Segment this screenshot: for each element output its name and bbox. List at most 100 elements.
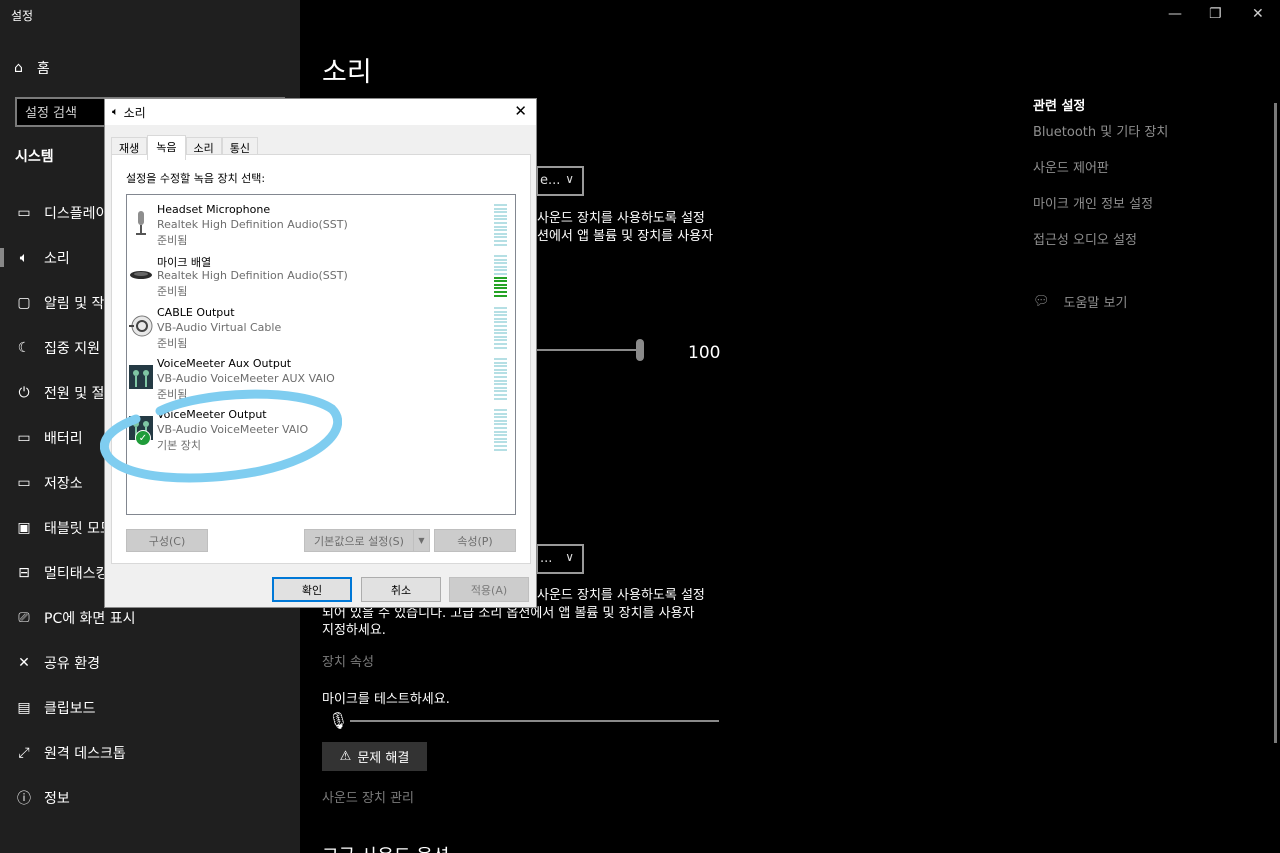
get-help-link[interactable]: 💬︎ 도움말 보기 (1033, 292, 1127, 311)
device-headset-microphone[interactable]: Headset Microphone Realtek High Definiti… (127, 198, 515, 250)
input-device-dropdown[interactable]: ... ∨ (536, 544, 584, 574)
tab-recording[interactable]: 녹음 (147, 135, 186, 160)
meter-segment (494, 444, 507, 447)
configure-label: 구성(C) (148, 534, 186, 548)
meter-segment (494, 229, 507, 232)
main-scrollbar[interactable] (1274, 103, 1277, 743)
nav-label: 배터리 (44, 430, 83, 447)
display-icon: ▭ (17, 204, 31, 221)
meter-segment (494, 335, 507, 338)
battery-icon: ▭ (17, 429, 31, 446)
chevron-down-icon[interactable]: ▼ (413, 530, 429, 551)
ok-label: 확인 (301, 583, 323, 597)
nav-label: 원격 데스크톱 (44, 745, 126, 762)
nav-item-remote[interactable]: ⤢ 원격 데스크톱 (0, 730, 300, 775)
related-settings-title: 관련 설정 (1033, 99, 1086, 114)
nav-label: 집중 지원 (44, 340, 100, 357)
meter-segment (494, 441, 507, 444)
properties-button[interactable]: 속성(P) (434, 529, 516, 552)
mic-level-bar (350, 720, 719, 722)
nav-label: 태블릿 모드 (44, 520, 113, 537)
troubleshoot-label: 문제 해결 (357, 751, 410, 766)
related-link-mic-privacy[interactable]: 마이크 개인 정보 설정 (1033, 193, 1153, 212)
voicemeeter-icon (129, 365, 153, 389)
meter-segment (494, 207, 507, 210)
sound-dialog: 🔈︎ 소리 ✕ 재생 녹음 소리 통신 설정을 수정할 녹음 장치 선택: He… (104, 98, 537, 608)
meter-segment (494, 332, 507, 335)
panel-instruction: 설정을 수정할 녹음 장치 선택: (126, 172, 266, 185)
chevron-down-icon: ∨ (565, 550, 574, 564)
device-driver: Realtek High Definition Audio(SST) (157, 269, 348, 282)
app-title: 설정 (11, 9, 34, 23)
meter-segment (494, 375, 507, 378)
minimize-icon[interactable]: — (1168, 6, 1182, 22)
meter-segment (494, 419, 507, 422)
device-properties-link[interactable]: 장치 속성 (322, 651, 374, 670)
device-mic-array[interactable]: 마이크 배열 Realtek High Definition Audio(SST… (127, 249, 515, 301)
tablet-icon: ▣ (17, 519, 31, 536)
remote-icon: ⤢ (18, 744, 30, 761)
meter-segment (494, 243, 507, 246)
meter-segment (494, 239, 507, 242)
nav-label: 정보 (44, 790, 70, 807)
device-status: 기본 장치 (157, 439, 201, 452)
cancel-button[interactable]: 취소 (361, 577, 441, 602)
page-title: 소리 (322, 57, 372, 88)
output-dropdown-value: e... (540, 173, 561, 188)
nav-item-about[interactable]: ⓘ 정보 (0, 775, 300, 820)
level-meter (494, 255, 507, 297)
related-link-accessibility-audio[interactable]: 접근성 오디오 설정 (1033, 229, 1137, 248)
nav-item-shared[interactable]: ✕ 공유 환경 (0, 640, 300, 685)
master-volume-thumb[interactable] (636, 339, 644, 361)
search-placeholder: 설정 검색 (25, 106, 77, 121)
recording-panel: 설정을 수정할 녹음 장치 선택: Headset Microphone Rea… (111, 154, 531, 564)
nav-item-clipboard[interactable]: ▤ 클립보드 (0, 685, 300, 730)
manage-devices-link[interactable]: 사운드 장치 관리 (322, 787, 414, 806)
master-volume-track[interactable] (537, 349, 641, 351)
meter-segment (494, 307, 507, 309)
meter-segment (494, 368, 507, 371)
output-device-dropdown[interactable]: e... ∨ (536, 166, 584, 196)
troubleshoot-button[interactable]: ⚠ 문제 해결 (322, 742, 427, 771)
dialog-close-icon[interactable]: ✕ (514, 102, 527, 120)
output-info-line1: 사운드 장치를 사용하도록 설정 (537, 211, 705, 226)
close-icon[interactable]: ✕ (1252, 6, 1264, 22)
multitask-icon: ⊟ (18, 564, 30, 581)
set-default-button[interactable]: 기본값으로 설정(S) ▼ (304, 529, 430, 552)
set-default-label: 기본값으로 설정(S) (314, 534, 404, 548)
meter-segment (494, 262, 507, 265)
dialog-titlebar[interactable]: 🔈︎ 소리 ✕ (105, 99, 536, 125)
storage-icon: ▭ (17, 474, 31, 491)
apply-button[interactable]: 적용(A) (449, 577, 529, 602)
meter-segment (494, 265, 507, 268)
volume-value: 100 (688, 343, 721, 363)
restore-icon[interactable]: ❐ (1209, 6, 1222, 22)
meter-segment (494, 379, 507, 382)
share-icon: ✕ (18, 654, 30, 671)
meter-segment (494, 236, 507, 239)
meter-segment (494, 416, 507, 419)
project-icon: ⎚ (18, 609, 30, 626)
nav-home-label: 홈 (36, 61, 50, 77)
meter-segment (494, 290, 507, 293)
device-voicemeeter-output[interactable]: ✓ VoiceMeeter Output VB-Audio VoiceMeete… (127, 403, 515, 455)
configure-button[interactable]: 구성(C) (126, 529, 208, 552)
info-icon: ⓘ (17, 790, 31, 807)
nav-home[interactable]: ⌂ 홈 (14, 58, 50, 78)
meter-segment (494, 218, 507, 221)
nav-label: 멀티태스킹 (44, 565, 109, 582)
nav-label: 공유 환경 (44, 655, 100, 672)
device-status: 준비됨 (157, 388, 188, 401)
device-name: VoiceMeeter Aux Output (157, 357, 292, 370)
meter-segment (494, 258, 507, 261)
meter-segment (494, 314, 507, 317)
related-link-sound-control-panel[interactable]: 사운드 제어판 (1033, 157, 1109, 176)
device-cable-output[interactable]: CABLE Output VB-Audio Virtual Cable 준비됨 (127, 301, 515, 353)
ok-button[interactable]: 확인 (272, 577, 352, 602)
meter-segment (494, 232, 507, 235)
device-voicemeeter-aux-output[interactable]: VoiceMeeter Aux Output VB-Audio VoiceMee… (127, 352, 515, 404)
nav-label: PC에 화면 표시 (44, 610, 136, 627)
device-status: 준비됨 (157, 337, 188, 350)
meter-segment (494, 324, 507, 327)
related-link-bluetooth[interactable]: Bluetooth 및 기타 장치 (1033, 121, 1168, 140)
